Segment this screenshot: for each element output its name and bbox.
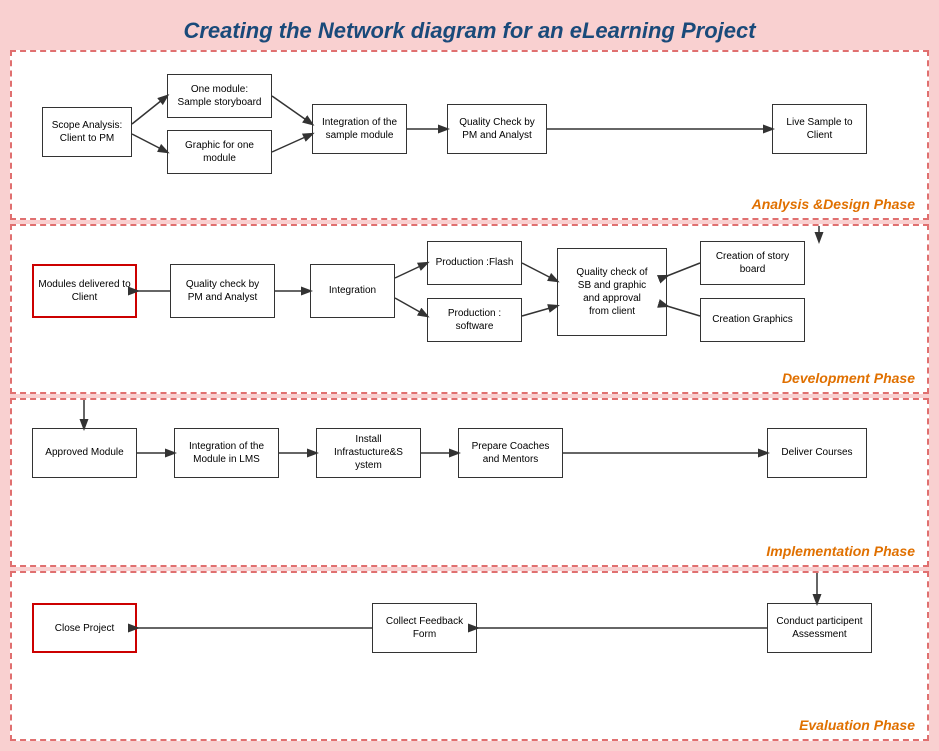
node-production-software: Production :software	[427, 298, 522, 342]
node-quality-check-pm-analyst: Quality Check byPM and Analyst	[447, 104, 547, 154]
node-prepare-coaches: Prepare Coachesand Mentors	[458, 428, 563, 478]
phase4-arrows	[12, 573, 927, 739]
node-quality-check-sb: Quality check ofSB and graphicand approv…	[557, 248, 667, 336]
title-area: Creating the Network diagram for an eLea…	[10, 10, 929, 50]
phase3-label: Implementation Phase	[766, 543, 915, 559]
node-integration-sample: Integration of thesample module	[312, 104, 407, 154]
phase4-label: Evaluation Phase	[799, 717, 915, 733]
phase1-label: Analysis &Design Phase	[752, 196, 915, 212]
phase-analysis-design: Scope Analysis:Client to PM One module:S…	[10, 50, 929, 220]
phase-evaluation: Close Project Collect FeedbackForm Condu…	[10, 571, 929, 741]
page-title: Creating the Network diagram for an eLea…	[183, 18, 755, 43]
node-scope-analysis: Scope Analysis:Client to PM	[42, 107, 132, 157]
node-deliver-courses: Deliver Courses	[767, 428, 867, 478]
node-conduct-assessment: Conduct participentAssessment	[767, 603, 872, 653]
node-production-flash: Production :Flash	[427, 241, 522, 285]
node-sample-storyboard: One module:Sample storyboard	[167, 74, 272, 118]
phases-container: Scope Analysis:Client to PM One module:S…	[10, 50, 929, 741]
phase-development: Modules delivered toClient Quality check…	[10, 224, 929, 394]
main-container: Creating the Network diagram for an eLea…	[0, 0, 939, 751]
node-creation-storyboard: Creation of storyboard	[700, 241, 805, 285]
node-install-infrastructure: InstallInfrastucture&System	[316, 428, 421, 478]
phase-implementation: Approved Module Integration of theModule…	[10, 398, 929, 568]
node-integration-lms: Integration of theModule in LMS	[174, 428, 279, 478]
node-collect-feedback: Collect FeedbackForm	[372, 603, 477, 653]
node-approved-module: Approved Module	[32, 428, 137, 478]
node-quality-check-pm-analyst2: Quality check byPM and Analyst	[170, 264, 275, 318]
node-graphic-one-module: Graphic for onemodule	[167, 130, 272, 174]
phase2-label: Development Phase	[782, 370, 915, 386]
node-modules-delivered: Modules delivered toClient	[32, 264, 137, 318]
node-creation-graphics: Creation Graphics	[700, 298, 805, 342]
node-live-sample: Live Sample toClient	[772, 104, 867, 154]
node-integration2: Integration	[310, 264, 395, 318]
node-close-project: Close Project	[32, 603, 137, 653]
phase3-arrows	[12, 400, 927, 566]
